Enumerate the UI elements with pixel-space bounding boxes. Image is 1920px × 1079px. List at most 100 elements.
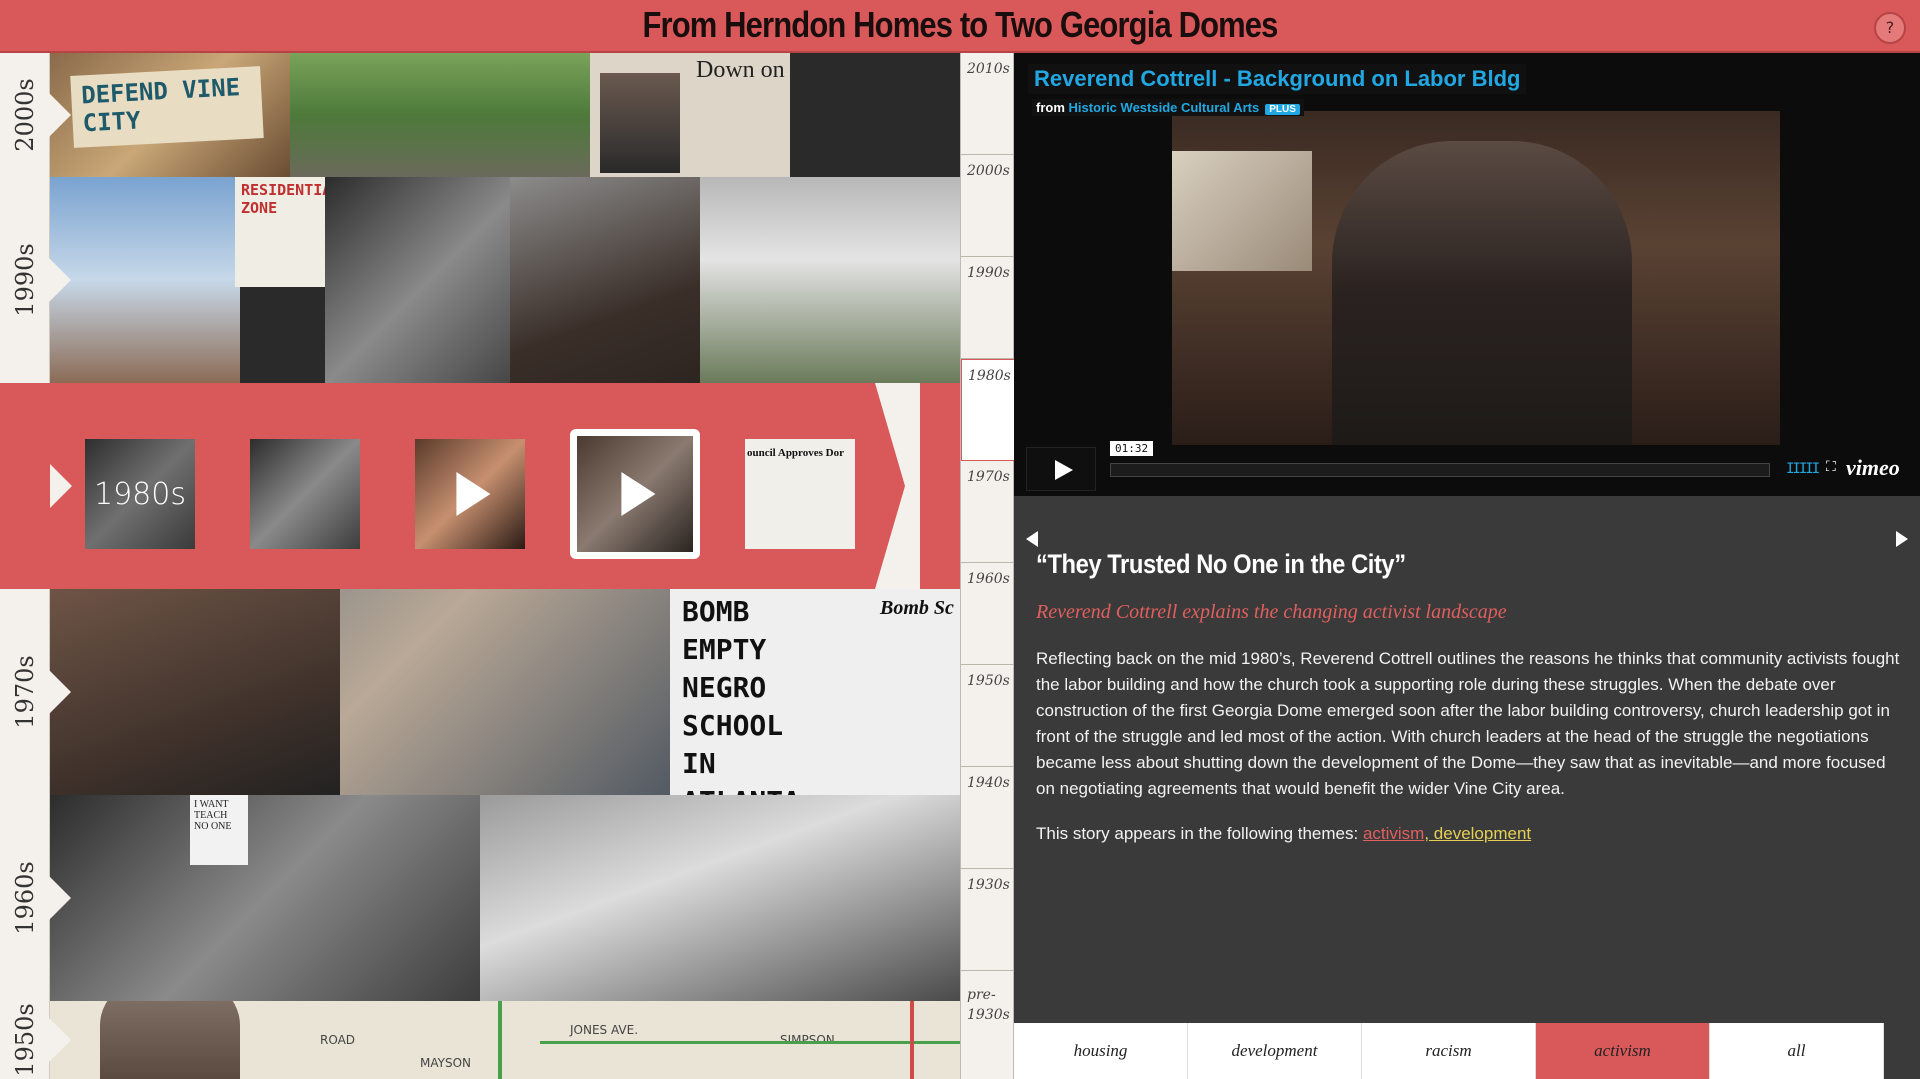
tick-label: 2010s [967, 61, 1010, 77]
tick-label: pre-1930s [967, 987, 1010, 1023]
theme-tabs: housing development racism activism all [1014, 1023, 1920, 1079]
story-detail-panel: Reverend Cottrell - Background on Labor … [1014, 53, 1920, 1079]
page-title: From Herndon Homes to Two Georgia Domes [642, 4, 1278, 45]
photo-thumb[interactable] [250, 439, 360, 549]
thumb-label: 1980s [94, 477, 186, 512]
decade-label: 1990s [10, 243, 39, 317]
ruler-tick-1960s[interactable]: 1960s [961, 563, 1015, 665]
play-icon [456, 472, 491, 516]
story-title: “They Trusted No One in the City” [1036, 549, 1406, 579]
decade-label: 1960s [10, 861, 39, 935]
defend-sign: DEFEND VINE CITY [70, 66, 264, 148]
decade-label: 2000s [10, 78, 39, 152]
house-photo [700, 177, 960, 383]
volume-icon[interactable]: IIIII [1786, 461, 1820, 477]
map-label: ROAD [320, 1033, 356, 1047]
video-title[interactable]: Reverend Cottrell - Background on Labor … [1028, 64, 1527, 94]
decade-tab-1960s[interactable]: 1960s [0, 795, 50, 1001]
decade-row-1950s[interactable]: 1950s JONES AVE. SIMPSON ROAD MAYSON [0, 1001, 960, 1079]
damaged-car-photo [480, 795, 960, 1001]
collage-1990s: RESIDENTIAL ZONE [50, 177, 960, 383]
decade-tab-1950s[interactable]: 1950s [0, 1001, 50, 1079]
tick-label: 1960s [967, 571, 1010, 587]
ruler-tick-2010s[interactable]: 2010s [961, 53, 1015, 155]
vimeo-logo[interactable]: vimeo [1846, 455, 1900, 481]
collage-2000s: DEFEND VINE CITY Down on [50, 53, 960, 177]
ruler-tick-pre-1930s[interactable]: pre-1930s [961, 971, 1015, 1079]
themes-prefix: This story appears in the following them… [1036, 824, 1363, 843]
demolition-photo [50, 177, 240, 383]
decade-tab-1970s[interactable]: 1970s [0, 589, 50, 795]
decade-label: 1970s [10, 655, 39, 729]
tabs-spacer [1884, 1023, 1920, 1079]
decade-label: 1950s [10, 1003, 39, 1077]
tab-activism[interactable]: activism [1536, 1023, 1710, 1079]
tab-all[interactable]: all [1710, 1023, 1884, 1079]
map-line [540, 1041, 960, 1044]
theme-link-activism[interactable]: activism [1363, 824, 1424, 843]
fullscreen-icon[interactable]: ⛶ [1826, 459, 1836, 475]
bomb-newspaper: BOMB EMPTY NEGRO SCHOOL IN ATLANTA Bomb … [670, 589, 960, 795]
decade-row-1960s[interactable]: 1960s I WANT TEACH NO ONE [0, 795, 960, 1001]
tick-label: 2000s [967, 163, 1010, 179]
tick-label: 1930s [967, 877, 1010, 893]
video-progress-bar[interactable] [1110, 463, 1770, 477]
year-ruler: 2010s 2000s 1990s 1980s 1970s 1960s 1950… [960, 53, 1015, 1079]
defend-vine-city-photo: DEFEND VINE CITY [50, 53, 290, 177]
plus-badge: PLUS [1265, 104, 1300, 115]
decade-row-1980s[interactable]: 1980s ouncil Approves Dor [0, 383, 960, 589]
ruler-tick-1970s[interactable]: 1970s [961, 461, 1015, 563]
tab-development[interactable]: development [1188, 1023, 1362, 1079]
decade-tab-1990s[interactable]: 1990s [0, 177, 50, 383]
elder-portrait [100, 1001, 240, 1079]
video-source-line: from Historic Westside Cultural Arts PLUS [1032, 99, 1304, 116]
video-player[interactable]: Reverend Cottrell - Background on Labor … [1014, 53, 1920, 496]
map-line [910, 1001, 914, 1079]
collage-1950s: JONES AVE. SIMPSON ROAD MAYSON [50, 1001, 960, 1079]
video-frame[interactable] [1172, 111, 1780, 445]
help-button[interactable]: ? [1874, 12, 1906, 44]
tick-label: 1990s [967, 265, 1010, 281]
video-thumb-selected[interactable] [570, 429, 700, 559]
decade-tab-1980s[interactable] [0, 383, 50, 589]
crowd-photo: I WANT TEACH NO ONE [50, 795, 480, 1001]
tab-racism[interactable]: racism [1362, 1023, 1536, 1079]
protest-sign: I WANT TEACH NO ONE [190, 795, 248, 865]
map-label: SIMPSON [780, 1033, 835, 1047]
bomb-subhead: Bomb Sc [880, 597, 954, 619]
theme-link-development[interactable]: , development [1424, 824, 1531, 843]
bomb-headline: BOMB EMPTY NEGRO SCHOOL IN ATLANTA [682, 595, 800, 795]
ruler-tick-1940s[interactable]: 1940s [961, 767, 1015, 869]
tick-label: 1950s [967, 673, 1010, 689]
play-button[interactable] [1026, 447, 1096, 491]
ruler-tick-1950s[interactable]: 1950s [961, 665, 1015, 767]
tab-housing[interactable]: housing [1014, 1023, 1188, 1079]
newspaper-headline: Down on [696, 57, 785, 83]
video-thumb[interactable] [415, 439, 525, 549]
speaker-portrait [50, 589, 340, 795]
speaker-photo [325, 177, 535, 383]
decade-row-2000s[interactable]: 2000s DEFEND VINE CITY Down on [0, 53, 960, 177]
newspaper-thumb[interactable]: ouncil Approves Dor [745, 439, 855, 549]
speaker-figure [1332, 141, 1632, 445]
ruler-tick-2000s[interactable]: 2000s [961, 155, 1015, 257]
tick-label: 1980s [968, 368, 1011, 384]
decade-row-1970s[interactable]: 1970s BOMB EMPTY NEGRO SCHOOL IN ATLANTA… [0, 589, 960, 795]
play-icon [621, 472, 656, 516]
ruler-tick-1990s[interactable]: 1990s [961, 257, 1015, 359]
decade-tab-2000s[interactable]: 2000s [0, 53, 50, 177]
decade-timeline: 2000s DEFEND VINE CITY Down on 1990s RES… [0, 53, 960, 1079]
video-source-link[interactable]: Historic Westside Cultural Arts [1069, 100, 1260, 115]
ruler-tick-1930s[interactable]: 1930s [961, 869, 1015, 971]
from-label: from [1036, 100, 1065, 115]
decade-row-1990s[interactable]: 1990s RESIDENTIAL ZONE [0, 177, 960, 383]
story-body: Reflecting back on the mid 1980’s, Rever… [1036, 649, 1900, 798]
band-edge [875, 383, 920, 589]
prev-story-arrow-icon[interactable] [1026, 531, 1038, 547]
decade-intro-thumb[interactable]: 1980s [85, 439, 195, 549]
next-story-arrow-icon[interactable] [1896, 531, 1908, 547]
ruler-tick-1980s[interactable]: 1980s [961, 359, 1015, 461]
app-header: From Herndon Homes to Two Georgia Domes … [0, 0, 1920, 53]
map-label: MAYSON [420, 1056, 471, 1070]
map-line [498, 1001, 502, 1079]
